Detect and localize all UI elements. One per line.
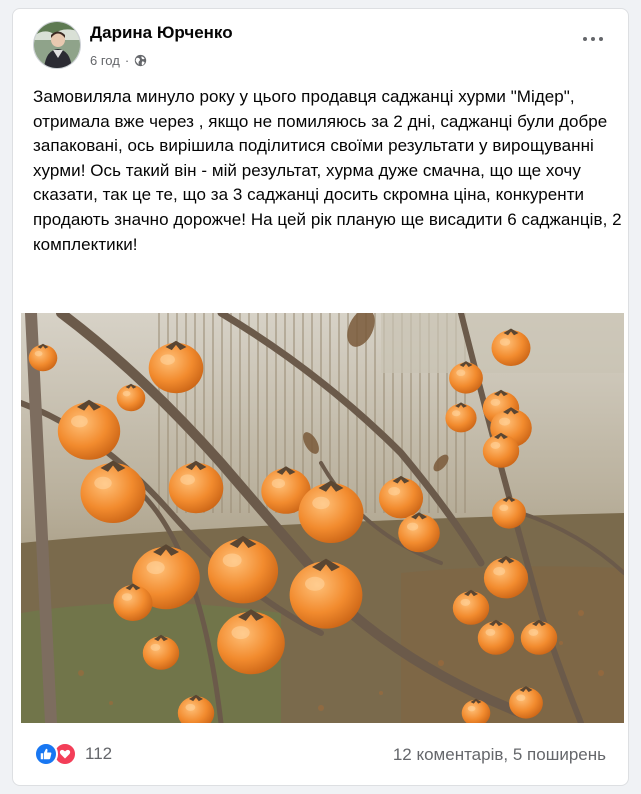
- author-name[interactable]: Дарина Юрченко: [90, 23, 233, 43]
- shares-count[interactable]: 5 поширень: [513, 745, 606, 764]
- avatar-image: [34, 22, 80, 68]
- more-options-icon[interactable]: [582, 33, 604, 45]
- post-text: Замовиляла минуло року у цього продавця …: [33, 87, 622, 254]
- post-card: Дарина Юрченко 6 год · Замовиляла минуло…: [12, 8, 629, 786]
- stats-separator: ,: [503, 745, 513, 764]
- reactions-summary[interactable]: 112: [34, 742, 112, 766]
- globe-icon[interactable]: [134, 54, 147, 67]
- post-header: Дарина Юрченко 6 год ·: [13, 9, 628, 79]
- avatar[interactable]: [33, 21, 81, 69]
- meta-separator: ·: [124, 53, 130, 68]
- like-icon: [34, 742, 58, 766]
- post-time[interactable]: 6 год: [90, 53, 120, 68]
- comments-count[interactable]: 12 коментарів: [393, 745, 504, 764]
- post-meta: 6 год ·: [90, 53, 147, 68]
- post-footer: 112 12 коментарів, 5 поширень: [13, 737, 628, 773]
- persimmon-photo: [21, 313, 624, 723]
- post-photo[interactable]: [21, 313, 624, 723]
- engagement-stats: 12 коментарів, 5 поширень: [393, 745, 606, 765]
- reaction-count: 112: [85, 744, 113, 763]
